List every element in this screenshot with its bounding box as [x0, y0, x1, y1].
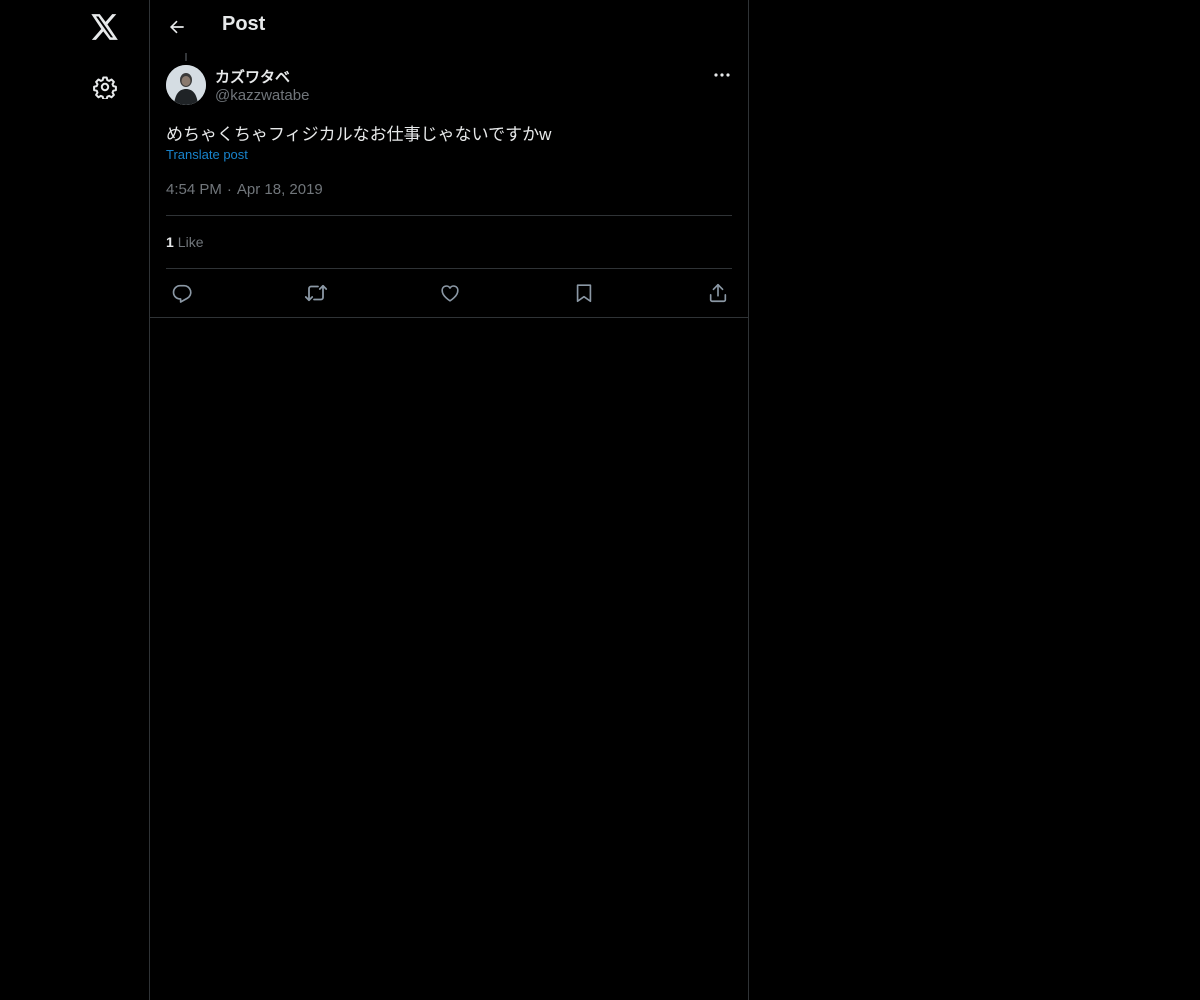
- post-time[interactable]: 4:54 PM: [166, 181, 222, 198]
- likes-count-link[interactable]: 1 Like: [166, 234, 203, 250]
- more-dots-icon: [714, 73, 730, 77]
- bookmark-button[interactable]: [569, 278, 599, 308]
- x-logo-button[interactable]: [81, 3, 129, 51]
- timestamp-separator: ·: [226, 181, 232, 198]
- thread-line: [185, 53, 187, 61]
- repost-icon: [304, 284, 328, 302]
- reply-icon: [172, 284, 192, 303]
- gear-icon: [93, 76, 117, 99]
- back-button[interactable]: [160, 10, 194, 44]
- likes-label: Like: [177, 234, 204, 250]
- share-button[interactable]: [703, 278, 733, 308]
- divider: [166, 268, 732, 269]
- left-navigation: [0, 0, 149, 1000]
- repost-button[interactable]: [301, 278, 331, 308]
- more-options-button[interactable]: [706, 61, 738, 89]
- bookmark-icon: [576, 284, 592, 303]
- page: Post カズワタベ @kazzwatabe めちゃくちゃフィジカルなお仕事じゃ…: [0, 0, 1200, 1000]
- like-button[interactable]: [435, 278, 465, 308]
- settings-button[interactable]: [81, 63, 129, 111]
- post-text: めちゃくちゃフィジカルなお仕事じゃないですかw: [166, 125, 552, 144]
- share-icon: [709, 283, 727, 303]
- likes-count: 1: [166, 234, 174, 250]
- arrow-left-icon: [169, 20, 184, 34]
- avatar[interactable]: [166, 65, 206, 105]
- main-column: Post カズワタベ @kazzwatabe めちゃくちゃフィジカルなお仕事じゃ…: [149, 0, 749, 1000]
- author-display-name[interactable]: カズワタベ: [215, 66, 290, 87]
- x-logo-icon: [91, 14, 118, 40]
- post: カズワタベ @kazzwatabe めちゃくちゃフィジカルなお仕事じゃないですか…: [150, 53, 748, 318]
- translate-post-link[interactable]: Translate post: [166, 147, 248, 162]
- post-date[interactable]: Apr 18, 2019: [237, 181, 323, 198]
- post-header: Post: [150, 0, 748, 53]
- divider: [166, 215, 732, 216]
- author-handle[interactable]: @kazzwatabe: [215, 87, 309, 104]
- post-timestamp[interactable]: 4:54 PM · Apr 18, 2019: [166, 181, 323, 198]
- avatar-image: [166, 65, 206, 105]
- heart-icon: [441, 285, 459, 302]
- reply-button[interactable]: [167, 278, 197, 308]
- page-title: Post: [222, 13, 266, 35]
